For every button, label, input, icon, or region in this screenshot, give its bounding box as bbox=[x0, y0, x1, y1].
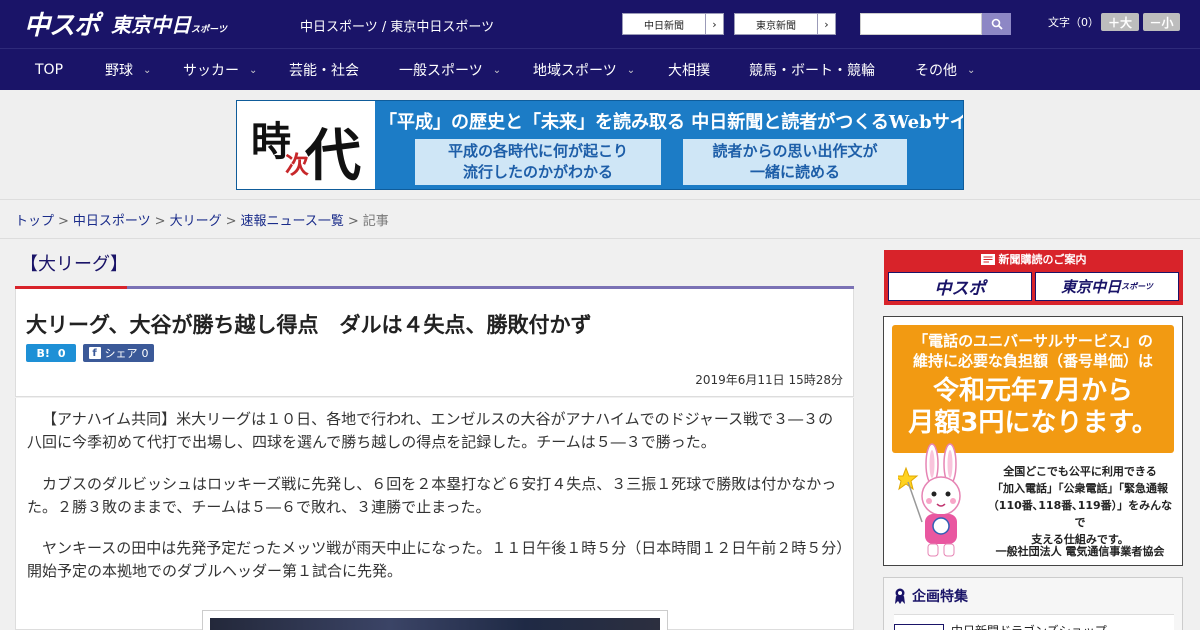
nav-item-sumo[interactable]: 大相撲 bbox=[668, 49, 710, 91]
bunny-mascot-icon bbox=[898, 443, 961, 557]
breadcrumb: トップ > 中日スポーツ > 大リーグ > 速報ニュース一覧 > 記事 bbox=[15, 214, 389, 229]
feature-item-label: 中日新聞ドラゴンズショップ bbox=[951, 622, 1107, 630]
article-title: 大リーグ、大谷が勝ち越し得点 ダルは４失点、勝敗付かず bbox=[26, 313, 592, 337]
banner-headline: 「平成」の歴史と「未来」を読み取る 中日新聞と読者がつくるWebサイト bbox=[379, 112, 964, 133]
nav-item-soccer[interactable]: サッカー ⌄ bbox=[183, 49, 257, 91]
banner-box-right: 読者からの思い出作文が 一緒に読める bbox=[683, 139, 907, 185]
nav-item-top[interactable]: TOP bbox=[35, 49, 63, 91]
breadcrumb-news-list[interactable]: 速報ニュース一覧 bbox=[241, 214, 344, 229]
search-button[interactable] bbox=[982, 13, 1011, 35]
facebook-share-count: 0 bbox=[141, 346, 149, 360]
search-icon bbox=[991, 18, 1003, 30]
article-date: 2019年6月11日 15時28分 bbox=[695, 373, 843, 387]
ribbon-icon bbox=[895, 588, 905, 604]
top-header: 中スポ 東京中日スポーツ 中日スポーツ / 東京中日スポーツ 中日新聞 › 東京… bbox=[0, 0, 1200, 48]
hatena-bookmark-button[interactable]: B! 0 bbox=[26, 344, 76, 362]
article-body: 【アナハイム共同】米大リーグは１０日、各地で行われ、エンゼルスの大谷がアナハイム… bbox=[15, 398, 854, 630]
chevron-down-icon: ⌄ bbox=[492, 64, 502, 76]
ad-organization: 一般社団法人 電気通信事業者協会 bbox=[995, 545, 1165, 558]
font-larger-button[interactable]: ＋大 bbox=[1101, 13, 1139, 31]
breadcrumb-chunichi-sports[interactable]: 中日スポーツ bbox=[73, 214, 151, 229]
subscribe-tokyo-chunichi-logo[interactable]: 東京中日 スポーツ bbox=[1035, 272, 1179, 301]
feature-item[interactable]: 中日新聞ドラゴンズショップ bbox=[894, 614, 1174, 630]
divider bbox=[0, 238, 1200, 239]
search-input[interactable] bbox=[860, 13, 982, 35]
chevron-right-icon: › bbox=[817, 14, 835, 34]
article-photo-frame bbox=[202, 610, 668, 630]
article-header: 大リーグ、大谷が勝ち越し得点 ダルは４失点、勝敗付かず B! 0 f シェア 0… bbox=[15, 289, 854, 397]
chuspo-logo[interactable]: 中スポ bbox=[24, 5, 100, 42]
ad-orange-panel: 「電話のユニバーサルサービス」の 維持に必要な負担額（番号単価）は 令和元年7月か… bbox=[892, 325, 1174, 453]
chevron-down-icon: ⌄ bbox=[967, 64, 976, 76]
subscribe-chuspo-logo[interactable]: 中スポ bbox=[888, 272, 1032, 301]
site-logo[interactable]: 中スポ 東京中日スポーツ bbox=[24, 8, 227, 41]
breadcrumb-current: 記事 bbox=[362, 214, 389, 229]
feature-title: 企画特集 bbox=[894, 586, 968, 606]
hatena-count: 0 bbox=[57, 346, 66, 360]
chunichi-shimbun-link[interactable]: 中日新聞 › bbox=[622, 13, 724, 35]
ad-headline: 令和元年7月から 月額3円になります。 bbox=[908, 376, 1158, 438]
chevron-down-icon: ⌄ bbox=[249, 64, 258, 76]
nav-item-racing[interactable]: 競馬・ボート・競輪 bbox=[749, 49, 875, 91]
nav-item-general-sports[interactable]: 一般スポーツ ⌄ bbox=[399, 49, 501, 91]
nav-item-baseball[interactable]: 野球 ⌄ bbox=[105, 49, 151, 91]
subscription-header: 新聞購読のご案内 bbox=[884, 250, 1183, 268]
jidai-banner[interactable]: 時 次 代 「平成」の歴史と「未来」を読み取る 中日新聞と読者がつくるWebサイ… bbox=[236, 100, 964, 190]
facebook-share-button[interactable]: f シェア 0 bbox=[83, 344, 154, 362]
ad-description: 全国どこでも公平に利用できる 「加入電話」「公衆電話」「緊急通報 （110番､1… bbox=[987, 465, 1173, 546]
jidai-logo: 時 次 代 bbox=[237, 101, 375, 189]
site-links[interactable]: 中日スポーツ / 東京中日スポーツ bbox=[300, 16, 494, 35]
nav-item-entertainment[interactable]: 芸能・社会 bbox=[289, 49, 359, 91]
article-paragraph: カブスのダルビッシュはロッキーズ戦に先発し、６回を２本塁打など６安打４失点、３三… bbox=[27, 475, 837, 516]
main-nav: TOP 野球 ⌄ サッカー ⌄ 芸能・社会 一般スポーツ ⌄ 地域スポーツ ⌄ 大相撲 … bbox=[0, 48, 1200, 90]
article-paragraph: 【アナハイム共同】米大リーグは１０日、各地で行われ、エンゼルスの大谷がアナハイム… bbox=[27, 410, 834, 451]
article-category: 【大リーグ】 bbox=[20, 254, 128, 275]
article-paragraph: ヤンキースの田中は先発予定だったメッツ戦が雨天中止になった。１１日午後１時５分（… bbox=[27, 539, 844, 580]
tokyo-chunichi-logo[interactable]: 東京中日スポーツ bbox=[111, 9, 227, 38]
tokyo-shimbun-link[interactable]: 東京新聞 › bbox=[734, 13, 836, 35]
banner-area: 時 次 代 「平成」の歴史と「未来」を読み取る 中日新聞と読者がつくるWebサイ… bbox=[0, 90, 1200, 200]
nav-item-regional-sports[interactable]: 地域スポーツ ⌄ bbox=[533, 49, 635, 91]
font-size-label: 文字（0） bbox=[1048, 16, 1099, 29]
dragons-shop-thumbnail bbox=[894, 624, 944, 630]
newspaper-icon bbox=[980, 253, 995, 265]
chevron-down-icon: ⌄ bbox=[143, 64, 152, 76]
font-smaller-button[interactable]: －小 bbox=[1143, 13, 1180, 31]
article-photo[interactable] bbox=[210, 618, 660, 630]
universal-service-ad[interactable]: 「電話のユニバーサルサービス」の 維持に必要な負担額（番号単価）は 令和元年7月か… bbox=[883, 316, 1183, 566]
breadcrumb-mlb[interactable]: 大リーグ bbox=[170, 214, 222, 229]
subscription-banner[interactable]: 新聞購読のご案内 中スポ 東京中日 スポーツ bbox=[884, 250, 1183, 305]
breadcrumb-top[interactable]: トップ bbox=[15, 214, 54, 229]
facebook-icon: f bbox=[88, 347, 101, 359]
hatena-icon: B! bbox=[36, 346, 50, 360]
chevron-down-icon: ⌄ bbox=[626, 64, 636, 76]
nav-item-other[interactable]: その他 ⌄ bbox=[915, 49, 975, 91]
chevron-right-icon: › bbox=[705, 14, 723, 34]
ad-question: 「電話のユニバーサルサービス」の 維持に必要な負担額（番号単価）は bbox=[912, 332, 1153, 370]
feature-section: 企画特集 中日新聞ドラゴンズショップ bbox=[883, 577, 1183, 630]
banner-box-left: 平成の各時代に何が起こり 流行したのかがわかる bbox=[415, 139, 661, 185]
